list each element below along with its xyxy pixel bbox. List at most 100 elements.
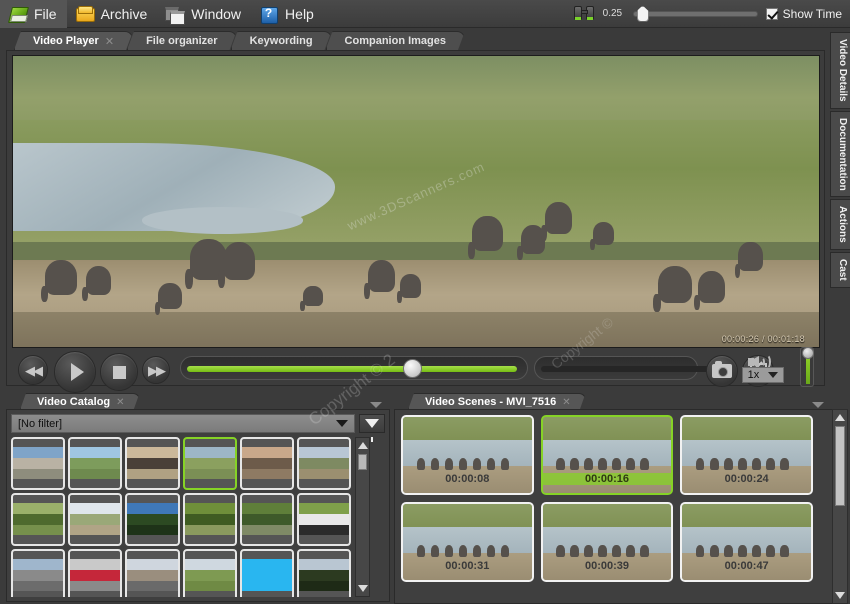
scene-thumbnail[interactable]: 00:00:47 — [680, 502, 813, 582]
tab-video-scenes-label: Video Scenes - MVI_7516 — [425, 396, 556, 408]
catalog-thumbnail-grid — [11, 437, 351, 597]
scene-thumbnail[interactable]: 00:00:39 — [541, 502, 674, 582]
scenes-scrollbar[interactable] — [832, 409, 848, 604]
side-tab-cast[interactable]: Cast — [830, 252, 850, 288]
tab-video-player[interactable]: Video Player ✕ — [14, 31, 133, 50]
catalog-thumbnail[interactable] — [240, 493, 294, 546]
scroll-down-arrow-icon[interactable] — [835, 592, 845, 599]
catalog-thumbnail[interactable] — [183, 493, 237, 546]
close-icon[interactable]: ✕ — [116, 397, 124, 408]
tab-file-organizer[interactable]: File organizer — [127, 31, 237, 50]
tab-companion-images[interactable]: Companion Images — [326, 31, 465, 50]
fast-forward-button[interactable]: ▶▶ — [142, 356, 170, 384]
menu-item-help[interactable]: Help — [251, 0, 324, 28]
scene-thumbnail[interactable]: 00:00:31 — [401, 502, 534, 582]
video-time-overlay: 00:00:26 / 00:01:18 — [722, 334, 805, 344]
catalog-scrollbar[interactable] — [355, 437, 370, 597]
scene-timestamp-label: 00:00:31 — [403, 560, 532, 572]
scenes-scrollbar-thumb[interactable] — [835, 426, 845, 506]
catalog-thumbnail[interactable] — [125, 549, 179, 597]
zoom-slider-thumb[interactable] — [637, 6, 649, 22]
catalog-thumbnail[interactable] — [68, 437, 122, 490]
stop-button[interactable] — [100, 353, 138, 391]
catalog-thumbnail[interactable] — [68, 493, 122, 546]
binoculars-icon[interactable] — [573, 6, 595, 22]
side-tab-documentation[interactable]: Documentation — [830, 111, 850, 198]
scene-timestamp-label: 00:00:16 — [543, 473, 672, 485]
video-scenes-panel: Video Scenes - MVI_7516 ✕ 00:00:08 00:00:… — [394, 392, 850, 604]
scene-thumbnail[interactable]: 00:00:08 — [401, 415, 534, 495]
catalog-thumbnail-image — [13, 447, 63, 479]
side-tab-video-details[interactable]: Video Details — [830, 32, 850, 109]
scene-timestamp-label: 00:00:08 — [403, 473, 532, 485]
scene-thumbnail[interactable]: 00:00:24 — [680, 415, 813, 495]
catalog-filter-button[interactable] — [359, 414, 385, 433]
menu-item-window[interactable]: Window — [157, 0, 251, 28]
secondary-slider[interactable] — [534, 356, 698, 380]
volume-thumb[interactable] — [802, 347, 814, 359]
catalog-thumbnail[interactable] — [125, 493, 179, 546]
catalog-thumbnail[interactable] — [297, 437, 351, 490]
show-time-checkbox[interactable]: Show Time — [766, 7, 842, 21]
side-tab-cast-label: Cast — [833, 259, 848, 281]
scene-elephants — [553, 545, 661, 557]
elephant-shape — [158, 283, 182, 309]
video-catalog-body: [No filter] — [6, 409, 390, 602]
side-tab-actions[interactable]: Actions — [830, 199, 850, 250]
progress-handle[interactable] — [403, 359, 422, 378]
catalog-thumbnail-image — [70, 559, 120, 591]
menu-item-file-label: File — [34, 6, 57, 22]
scene-timestamp-label: 00:00:24 — [682, 473, 811, 485]
elephant-shape — [400, 274, 421, 297]
tab-keywording[interactable]: Keywording — [231, 31, 332, 50]
volume-slider[interactable] — [800, 347, 814, 387]
play-button[interactable] — [54, 351, 96, 393]
catalog-thumbnail[interactable] — [11, 493, 65, 546]
chevron-down-icon — [336, 420, 348, 427]
scroll-up-arrow-icon[interactable] — [835, 414, 845, 421]
video-display[interactable]: www.3DScanners.com 00:00:26 / 00:01:18 — [12, 55, 820, 348]
tab-video-catalog[interactable]: Video Catalog ✕ — [20, 393, 140, 410]
playback-speed-dropdown[interactable]: 1x — [742, 367, 784, 383]
close-icon[interactable]: ✕ — [105, 35, 114, 48]
scene-thumbnail[interactable]: 00:00:16 — [541, 415, 674, 495]
zoom-slider[interactable] — [633, 6, 758, 22]
catalog-scrollbar-thumb[interactable] — [358, 454, 367, 470]
transport-controls: ◀◀ ▶▶ — [12, 351, 820, 383]
catalog-thumbnail[interactable] — [297, 493, 351, 546]
menu-item-window-label: Window — [191, 6, 241, 22]
catalog-thumbnail[interactable] — [125, 437, 179, 490]
menu-item-archive[interactable]: Archive — [67, 0, 158, 28]
playback-progress-bar[interactable] — [180, 356, 528, 380]
side-tab-actions-label: Actions — [833, 206, 848, 243]
video-catalog-panel: Video Catalog ✕ [No filter] — [6, 392, 390, 602]
close-icon[interactable]: ✕ — [562, 397, 570, 408]
chevron-down-icon[interactable] — [812, 402, 824, 408]
catalog-thumbnail-image — [127, 503, 177, 535]
catalog-thumbnail[interactable] — [297, 549, 351, 597]
snapshot-button[interactable] — [706, 355, 738, 387]
catalog-thumbnail[interactable] — [68, 549, 122, 597]
catalog-filter-dropdown[interactable]: [No filter] — [11, 414, 355, 433]
rewind-button[interactable]: ◀◀ — [18, 355, 48, 385]
side-tab-documentation-label: Documentation — [833, 118, 848, 191]
catalog-filter-value: [No filter] — [18, 418, 62, 430]
scroll-up-arrow-icon[interactable] — [358, 442, 368, 449]
catalog-thumbnail[interactable] — [183, 549, 237, 597]
catalog-thumbnail[interactable] — [11, 437, 65, 490]
progress-fill — [187, 366, 517, 372]
menu-item-file[interactable]: File — [0, 0, 67, 28]
catalog-thumbnail[interactable] — [11, 549, 65, 597]
checkbox-checked-icon[interactable] — [766, 8, 778, 20]
catalog-thumbnail[interactable] — [240, 549, 294, 597]
menu-item-help-label: Help — [285, 6, 314, 22]
catalog-thumbnail[interactable] — [183, 437, 237, 490]
scroll-down-arrow-icon[interactable] — [358, 585, 368, 592]
catalog-thumbnail-image — [242, 503, 292, 535]
catalog-thumbnail-image — [70, 503, 120, 535]
catalog-thumbnail[interactable] — [240, 437, 294, 490]
catalog-thumbnail-image — [242, 559, 292, 591]
tab-video-scenes[interactable]: Video Scenes - MVI_7516 ✕ — [408, 393, 586, 410]
scene-elephants — [413, 545, 521, 557]
chevron-down-icon[interactable] — [370, 402, 382, 408]
